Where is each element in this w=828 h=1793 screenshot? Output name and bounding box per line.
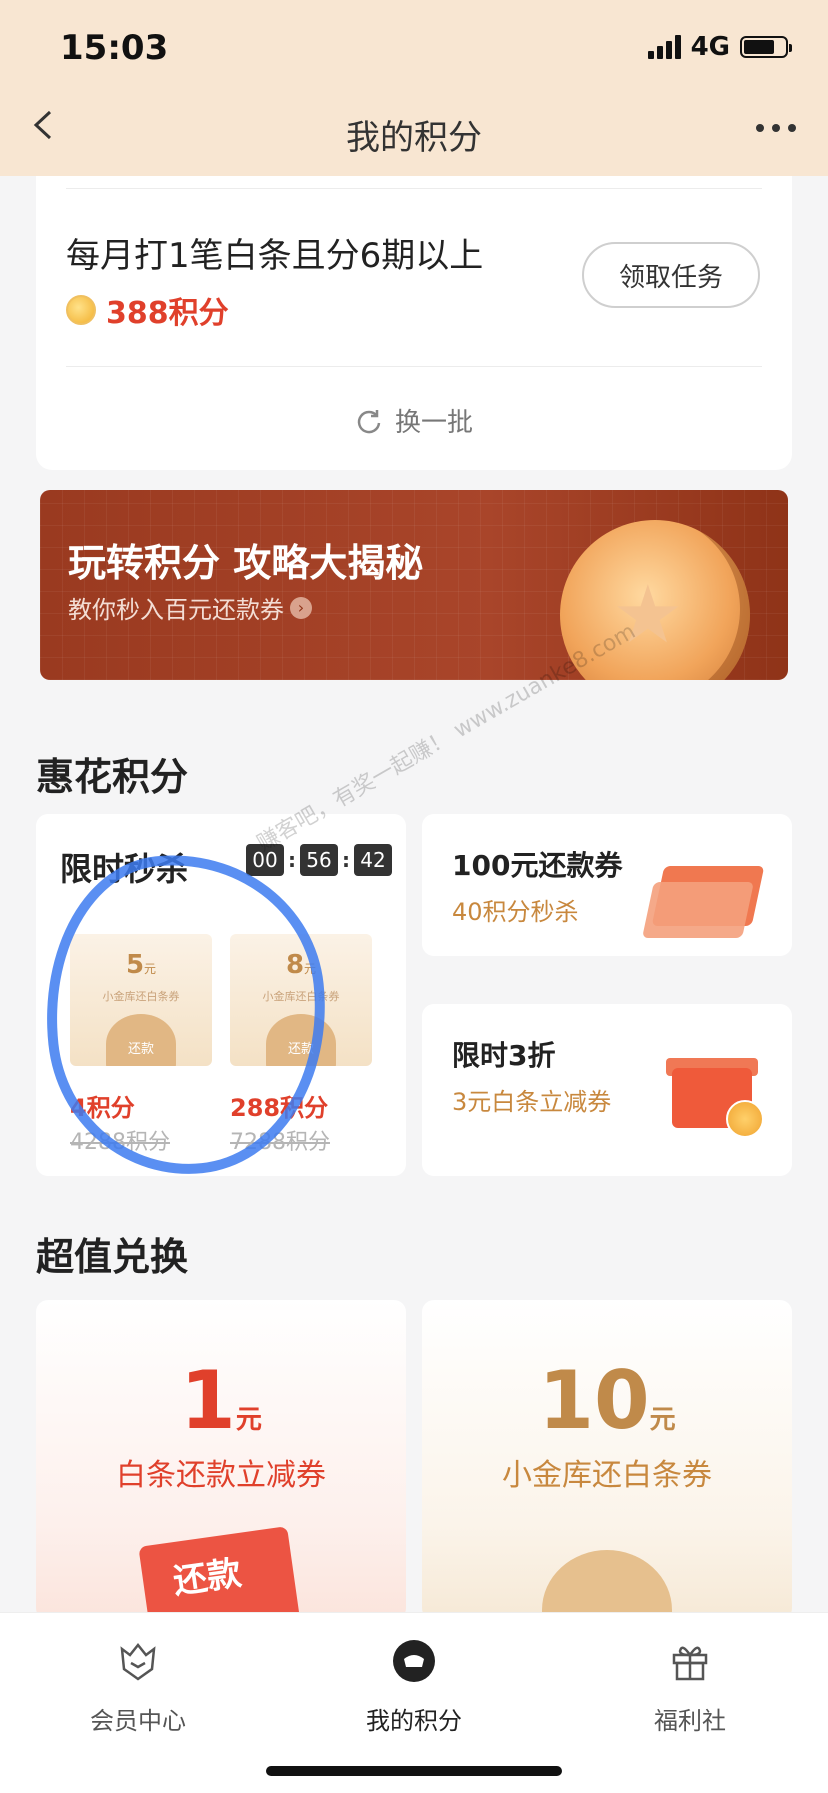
chevron-right-icon: › [290, 596, 312, 619]
task-points-value: 388积分 [106, 296, 229, 331]
money-bag-icon [542, 1550, 672, 1620]
exchange-name: 小金库还白条券 [502, 1458, 712, 1493]
more-icon[interactable] [756, 124, 796, 132]
timer-seconds: 42 [354, 844, 392, 876]
tab-label: 我的积分 [366, 1707, 462, 1735]
strategy-banner[interactable]: 玩转积分 攻略大揭秘 教你秒入百元还款券 › ★ [40, 490, 788, 680]
side-card-subtitle: 3元白条立减券 [452, 1088, 612, 1116]
exchange-name: 白条还款立减券 [116, 1458, 326, 1493]
status-indicators: 4G [647, 32, 792, 62]
section-title-exchange: 超值兑换 [36, 1235, 189, 1279]
flash-sale-card[interactable]: 限时秒杀 00: 56: 42 5元 小金库还白条券 还款 4积分 4288积分… [30, 814, 406, 1188]
points-icon [393, 1640, 435, 1682]
side-card-subtitle: 40积分秒杀 [452, 898, 579, 926]
battery-icon [740, 36, 792, 58]
coupon-tag-illustration: 还款 [138, 1526, 304, 1620]
coupon-tag-text: 还款 [170, 1553, 244, 1603]
home-indicator [266, 1766, 562, 1776]
gift-icon [672, 1646, 708, 1681]
exchange-amount: 10元 [538, 1354, 676, 1447]
task-card: 每月打1笔白条且分6期以上 388积分 领取任务 换一批 [36, 176, 792, 470]
repayment-coupon-card[interactable]: 100元还款券 40积分秒杀 [422, 814, 792, 956]
tab-label: 福利社 [654, 1707, 726, 1735]
network-type: 4G [690, 32, 730, 62]
status-time: 15:03 [60, 28, 169, 68]
refresh-icon [357, 409, 381, 433]
gift-box-icon [662, 1044, 764, 1138]
banner-title: 玩转积分 攻略大揭秘 [68, 541, 424, 585]
task-points: 388积分 [66, 288, 229, 332]
exchange-amount: 1元 [180, 1354, 262, 1447]
timer-minutes: 56 [300, 844, 338, 876]
discount-card[interactable]: 限时3折 3元白条立减券 [422, 1004, 792, 1176]
refresh-label: 换一批 [394, 408, 473, 438]
tab-label: 会员中心 [90, 1707, 186, 1735]
task-title: 每月打1笔白条且分6期以上 [66, 236, 484, 276]
claim-task-button[interactable]: 领取任务 [582, 242, 760, 308]
banner-subtitle: 教你秒入百元还款券 › [68, 590, 312, 625]
section-title-huihua: 惠花积分 [36, 755, 189, 799]
exchange-card[interactable]: 1元 白条还款立减券 还款 [36, 1300, 406, 1620]
tab-member-center[interactable]: 会员中心 [38, 1639, 238, 1736]
member-icon [120, 1642, 156, 1681]
coin-icon [66, 295, 96, 325]
refresh-batch-button[interactable]: 换一批 [36, 402, 792, 439]
page-title: 我的积分 [346, 118, 482, 158]
side-card-title: 限时3折 [452, 1039, 556, 1072]
exchange-card[interactable]: 10元 小金库还白条券 [422, 1300, 792, 1620]
tab-welfare[interactable]: 福利社 [590, 1639, 790, 1736]
banner-subtitle-text: 教你秒入百元还款券 [68, 596, 284, 624]
tab-my-points[interactable]: 我的积分 [314, 1639, 514, 1736]
signal-icon [647, 35, 681, 59]
side-card-title: 100元还款券 [452, 849, 623, 882]
coupon-icon [642, 866, 765, 938]
